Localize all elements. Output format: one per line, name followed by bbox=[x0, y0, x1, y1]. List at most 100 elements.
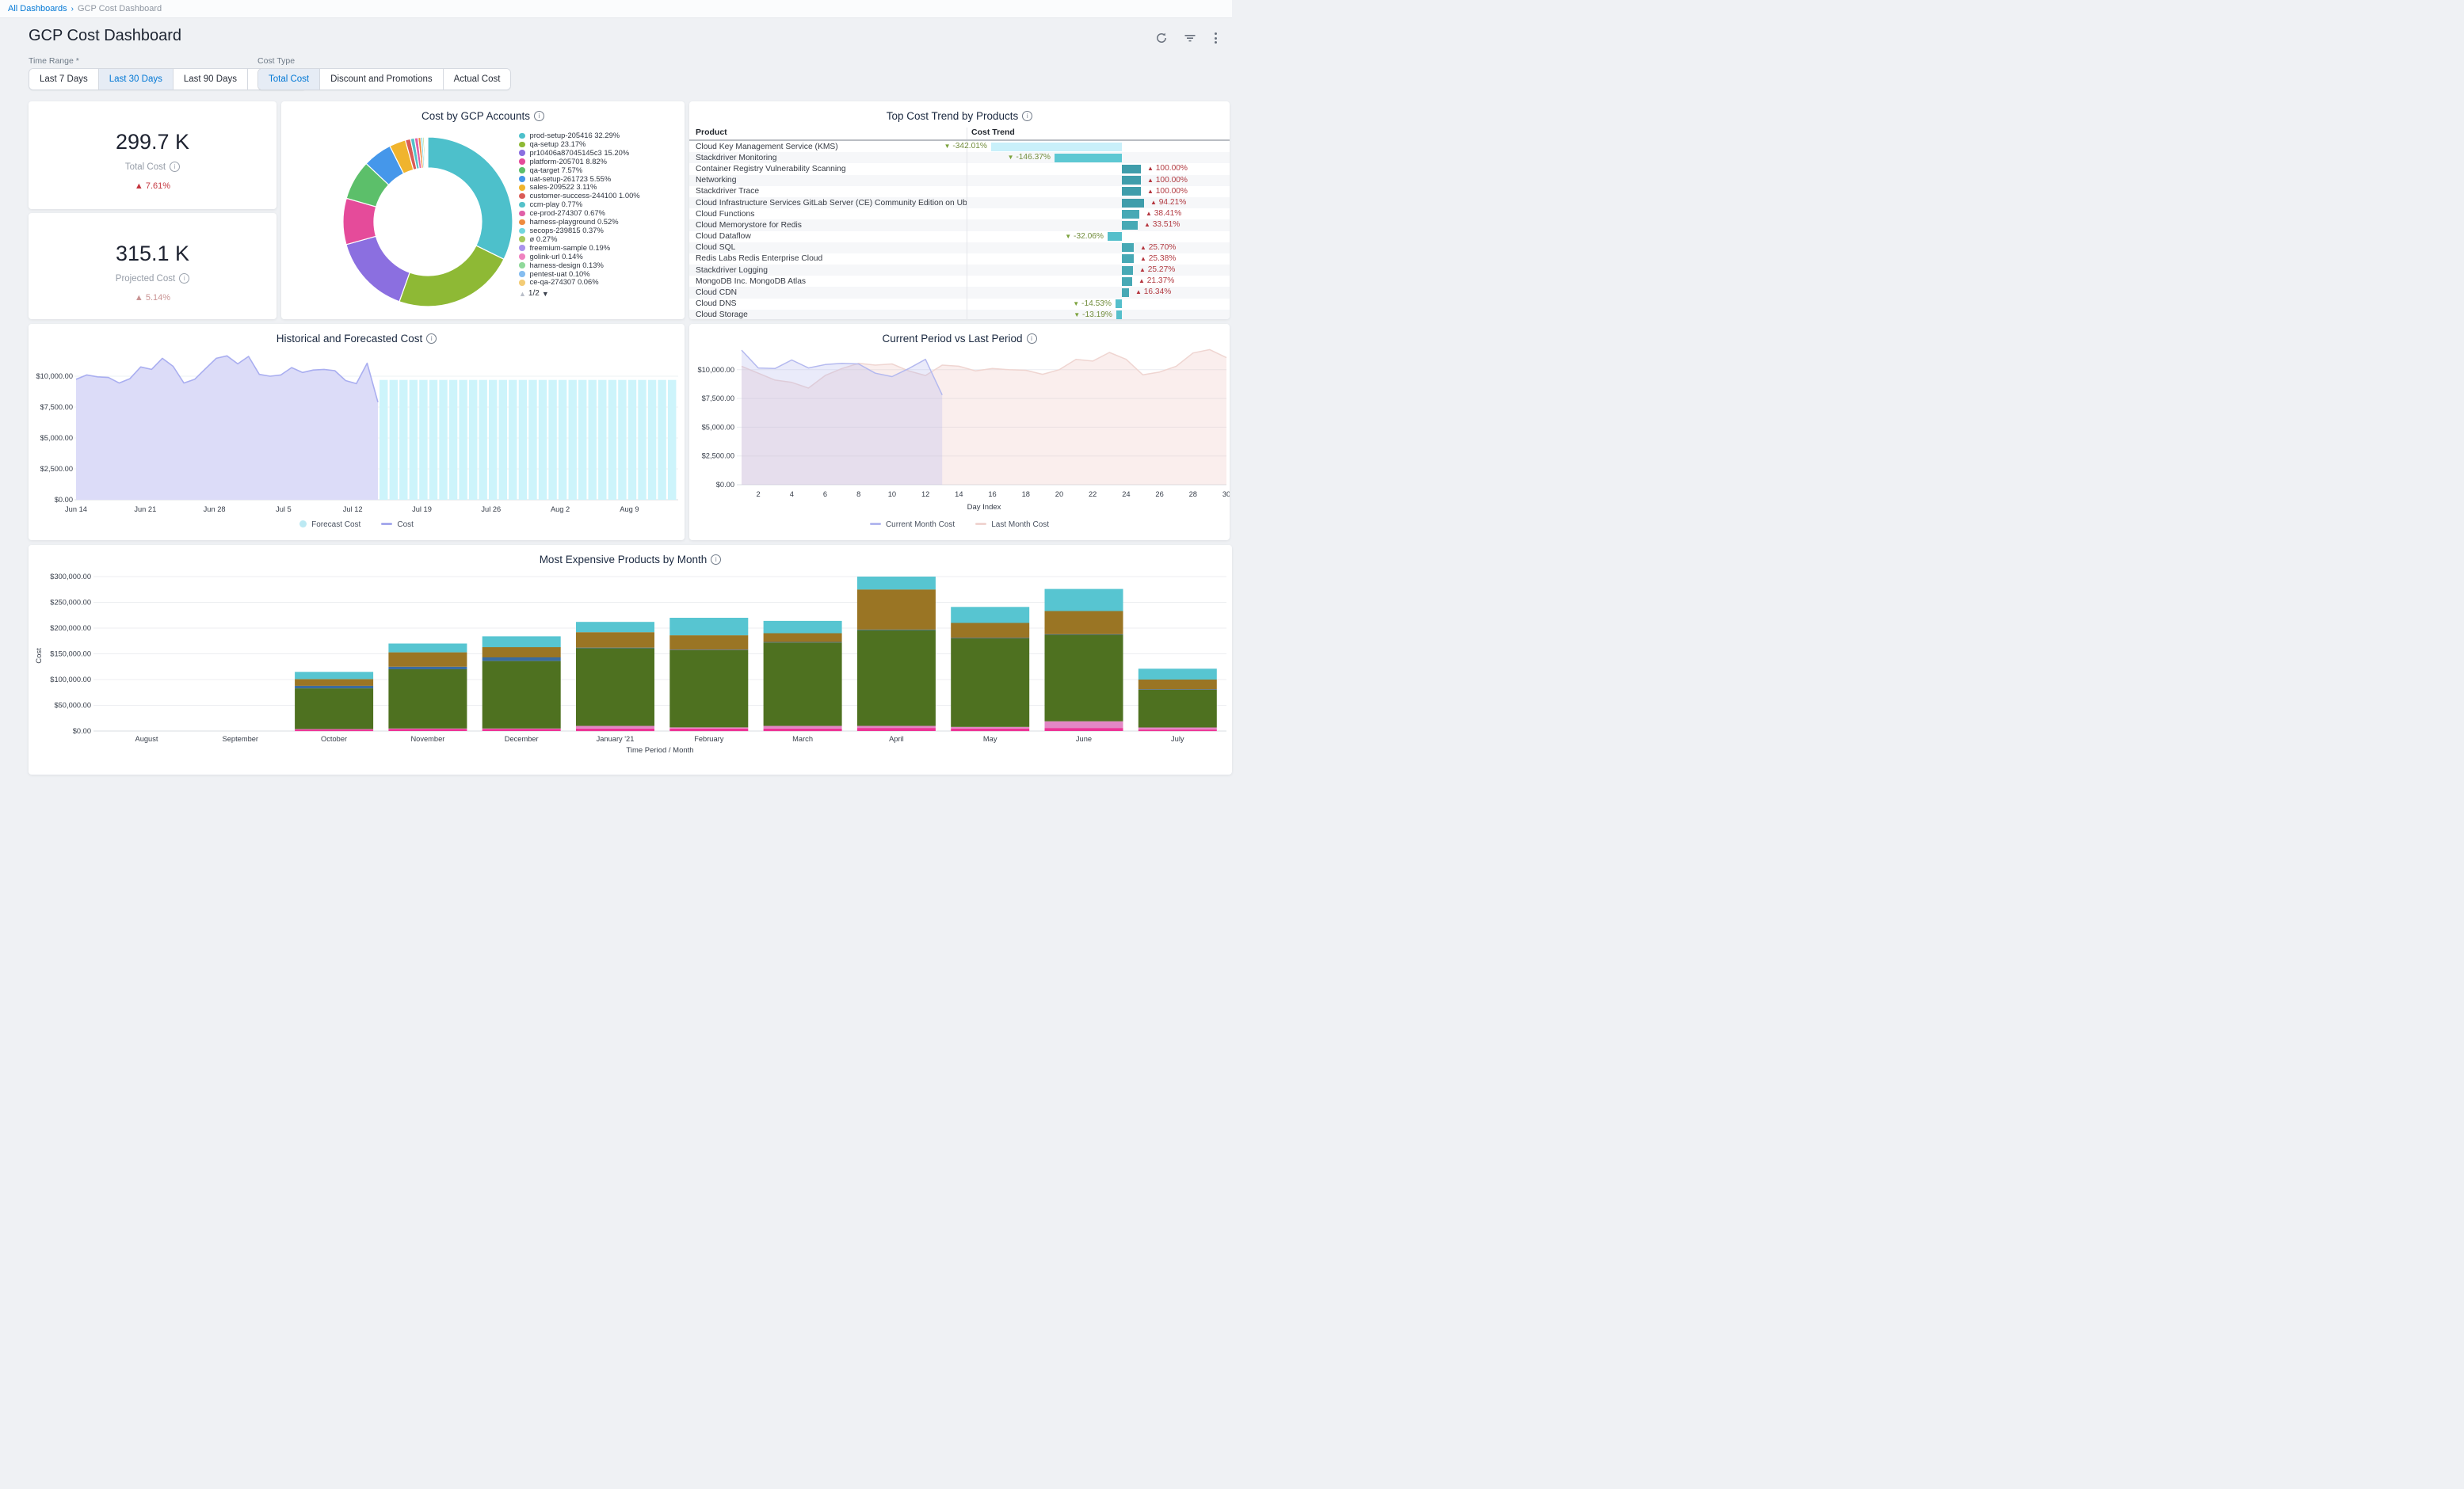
stack-segment-gold[interactable] bbox=[295, 679, 373, 686]
stack-segment-gold[interactable] bbox=[669, 635, 748, 649]
info-icon[interactable] bbox=[534, 111, 544, 121]
cost-type-button-total-cost[interactable]: Total Cost bbox=[258, 69, 320, 89]
stack-segment-magenta[interactable] bbox=[857, 726, 936, 729]
current-month-legend-label[interactable]: Current Month Cost bbox=[886, 520, 955, 529]
table-row[interactable]: Redis Labs Redis Enterprise Cloud▲ 25.38… bbox=[689, 253, 1230, 265]
legend-item[interactable]: golink-url 0.14% bbox=[519, 253, 677, 261]
stack-segment-cyan[interactable] bbox=[388, 644, 467, 653]
refresh-icon[interactable] bbox=[1155, 32, 1168, 44]
stack-segment-cyan[interactable] bbox=[576, 622, 654, 632]
more-options-icon[interactable] bbox=[1212, 32, 1219, 44]
forecast-cost-legend-label[interactable]: Forecast Cost bbox=[311, 520, 360, 529]
monthly-products-chart[interactable]: $0.00$50,000.00$100,000.00$150,000.00$20… bbox=[29, 545, 1232, 775]
stack-segment-pink[interactable] bbox=[857, 728, 936, 731]
stack-segment-gold[interactable] bbox=[764, 634, 842, 642]
cost-legend-label[interactable]: Cost bbox=[397, 520, 414, 529]
stack-segment-green[interactable] bbox=[483, 661, 561, 729]
stack-segment-blue[interactable] bbox=[576, 648, 654, 649]
stack-segment-blue[interactable] bbox=[483, 657, 561, 661]
stack-segment-blue[interactable] bbox=[669, 649, 748, 650]
table-row[interactable]: Cloud SQL▲ 25.70% bbox=[689, 242, 1230, 253]
legend-item[interactable]: platform-205701 8.82% bbox=[519, 158, 677, 166]
table-row[interactable]: Stackdriver Trace▲ 100.00% bbox=[689, 186, 1230, 197]
donut-slice-qa-setup[interactable] bbox=[399, 246, 504, 307]
table-row[interactable]: Cloud Key Management Service (KMS)▼ -342… bbox=[689, 141, 1230, 152]
stack-segment-green[interactable] bbox=[1139, 690, 1217, 728]
donut-slice-prod-setup-205416[interactable] bbox=[428, 137, 513, 259]
stack-segment-cyan[interactable] bbox=[483, 636, 561, 647]
stack-segment-pink[interactable] bbox=[764, 729, 842, 731]
stack-segment-gold[interactable] bbox=[857, 589, 936, 630]
table-row[interactable]: Cloud Dataflow▼ -32.06% bbox=[689, 231, 1230, 242]
stack-segment-pink[interactable] bbox=[1139, 729, 1217, 731]
stack-segment-cyan[interactable] bbox=[1045, 589, 1123, 611]
table-row[interactable]: Container Registry Vulnerability Scannin… bbox=[689, 163, 1230, 174]
time-range-button-last-30-days[interactable]: Last 30 Days bbox=[99, 69, 174, 89]
donut-slice-ce-qa-274307[interactable] bbox=[427, 137, 428, 168]
time-range-button-last-90-days[interactable]: Last 90 Days bbox=[174, 69, 248, 89]
stack-segment-cyan[interactable] bbox=[669, 618, 748, 635]
filter-icon[interactable] bbox=[1184, 32, 1196, 44]
cost-type-button-discount-and-promotions[interactable]: Discount and Promotions bbox=[320, 69, 443, 89]
cost-type-button-actual-cost[interactable]: Actual Cost bbox=[444, 69, 511, 89]
stack-segment-green[interactable] bbox=[669, 650, 748, 728]
stack-segment-blue[interactable] bbox=[388, 667, 467, 669]
stack-segment-magenta[interactable] bbox=[669, 727, 748, 728]
stack-segment-green[interactable] bbox=[1045, 635, 1123, 722]
table-row[interactable]: Networking▲ 100.00% bbox=[689, 175, 1230, 186]
stack-segment-pink[interactable] bbox=[951, 729, 1029, 731]
stack-segment-gold[interactable] bbox=[1045, 611, 1123, 634]
column-cost-trend[interactable]: Cost Trend bbox=[967, 128, 1230, 139]
stack-segment-pink[interactable] bbox=[576, 729, 654, 731]
table-row[interactable]: Cloud Infrastructure Services GitLab Ser… bbox=[689, 197, 1230, 208]
stack-segment-gold[interactable] bbox=[483, 647, 561, 657]
table-row[interactable]: Stackdriver Monitoring▼ -146.37% bbox=[689, 152, 1230, 163]
stack-segment-gold[interactable] bbox=[1139, 680, 1217, 689]
stack-segment-green[interactable] bbox=[295, 688, 373, 729]
donut-slice-pr10406a87045145c3[interactable] bbox=[346, 236, 410, 301]
stack-segment-green[interactable] bbox=[764, 642, 842, 725]
breadcrumb-all-dashboards-link[interactable]: All Dashboards bbox=[8, 4, 67, 13]
stack-segment-cyan[interactable] bbox=[764, 621, 842, 634]
stack-segment-pink[interactable] bbox=[388, 729, 467, 731]
period-compare-chart[interactable]: $0.00$2,500.00$5,000.00$7,500.00$10,000.… bbox=[689, 324, 1230, 518]
page-down-icon[interactable]: ▼ bbox=[542, 290, 549, 298]
page-up-icon[interactable]: ▲ bbox=[519, 290, 526, 298]
legend-item[interactable]: ce-qa-274307 0.06% bbox=[519, 278, 677, 287]
time-range-button-last-7-days[interactable]: Last 7 Days bbox=[29, 69, 99, 89]
table-row[interactable]: Cloud DNS▼ -14.53% bbox=[689, 299, 1230, 310]
stack-segment-magenta[interactable] bbox=[576, 726, 654, 729]
table-row[interactable]: Cloud CDN▲ 16.34% bbox=[689, 287, 1230, 298]
stack-segment-pink[interactable] bbox=[483, 729, 561, 731]
table-row[interactable]: Stackdriver Logging▲ 25.27% bbox=[689, 265, 1230, 276]
column-product[interactable]: Product bbox=[689, 128, 967, 139]
legend-item[interactable]: qa-target 7.57% bbox=[519, 166, 677, 175]
info-icon[interactable] bbox=[170, 162, 180, 172]
table-row[interactable]: MongoDB Inc. MongoDB Atlas▲ 21.37% bbox=[689, 276, 1230, 287]
gcp-accounts-donut-chart[interactable] bbox=[342, 136, 513, 307]
stack-segment-cyan[interactable] bbox=[295, 672, 373, 679]
stack-segment-magenta[interactable] bbox=[951, 727, 1029, 729]
table-row[interactable]: Cloud Storage▼ -13.19% bbox=[689, 310, 1230, 319]
table-row[interactable]: Cloud Memorystore for Redis▲ 33.51% bbox=[689, 219, 1230, 230]
last-month-legend-label[interactable]: Last Month Cost bbox=[991, 520, 1049, 529]
stack-segment-cyan[interactable] bbox=[1139, 668, 1217, 680]
stack-segment-gold[interactable] bbox=[576, 632, 654, 648]
stack-segment-gold[interactable] bbox=[388, 653, 467, 667]
stack-segment-magenta[interactable] bbox=[1139, 728, 1217, 730]
info-icon[interactable] bbox=[179, 273, 189, 284]
stack-segment-cyan[interactable] bbox=[857, 577, 936, 589]
stack-segment-green[interactable] bbox=[576, 648, 654, 725]
historical-chart[interactable]: $0.00$2,500.00$5,000.00$7,500.00$10,000.… bbox=[29, 324, 685, 522]
table-row[interactable]: Cloud Functions▲ 38.41% bbox=[689, 208, 1230, 219]
stack-segment-gold[interactable] bbox=[951, 623, 1029, 638]
stack-segment-pink[interactable] bbox=[669, 729, 748, 731]
stack-segment-cyan[interactable] bbox=[951, 607, 1029, 623]
stack-segment-blue[interactable] bbox=[1045, 634, 1123, 635]
stack-segment-green[interactable] bbox=[857, 630, 936, 726]
stack-segment-green[interactable] bbox=[388, 669, 467, 729]
stack-segment-pink[interactable] bbox=[1045, 728, 1123, 731]
stack-segment-blue[interactable] bbox=[295, 686, 373, 688]
stack-segment-blue[interactable] bbox=[1139, 689, 1217, 690]
info-icon[interactable] bbox=[1022, 111, 1032, 121]
